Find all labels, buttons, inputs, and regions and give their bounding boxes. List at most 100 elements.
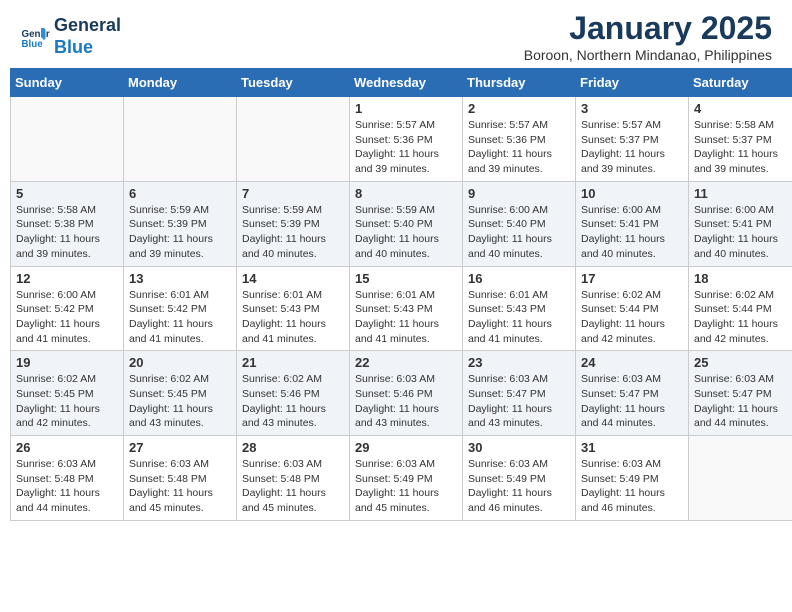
day-number: 16	[468, 271, 570, 286]
calendar-cell	[689, 436, 792, 521]
logo-line2: Blue	[54, 37, 121, 59]
day-number: 23	[468, 355, 570, 370]
day-info: Sunrise: 5:58 AM Sunset: 5:38 PM Dayligh…	[16, 203, 118, 262]
calendar-cell: 6Sunrise: 5:59 AM Sunset: 5:39 PM Daylig…	[124, 181, 237, 266]
day-number: 29	[355, 440, 457, 455]
weekday-tuesday: Tuesday	[237, 69, 350, 97]
calendar-cell: 13 Sunrise: 6:01 AM Sunset: 5:42 PM Dayli…	[124, 266, 237, 351]
day-number: 3	[581, 101, 683, 116]
day-number: 25	[694, 355, 792, 370]
calendar-cell: 14 Sunrise: 6:01 AM Sunset: 5:43 PM Dayli…	[237, 266, 350, 351]
calendar-week-3: 12 Sunrise: 6:00 AM Sunset: 5:42 PM Dayli…	[11, 266, 792, 351]
calendar-cell: 27 Sunrise: 6:03 AM Sunset: 5:48 PM Dayli…	[124, 436, 237, 521]
weekday-thursday: Thursday	[463, 69, 576, 97]
title-section: January 2025 Boroon, Northern Mindanao, …	[524, 10, 772, 63]
calendar-cell: 20Sunrise: 6:02 AM Sunset: 5:45 PM Dayli…	[124, 351, 237, 436]
svg-text:Blue: Blue	[22, 38, 44, 49]
day-number: 9	[468, 186, 570, 201]
calendar-cell: 19 Sunrise: 6:02 AM Sunset: 5:45 PM Dayli…	[11, 351, 124, 436]
day-number: 27	[129, 440, 231, 455]
day-info: Sunrise: 6:02 AM Sunset: 5:44 PM Dayligh…	[581, 288, 683, 347]
logo-line1: General	[54, 15, 121, 37]
weekday-sunday: Sunday	[11, 69, 124, 97]
calendar-cell: 29 Sunrise: 6:03 AM Sunset: 5:49 PM Dayli…	[350, 436, 463, 521]
day-info: Sunrise: 6:03 AM Sunset: 5:49 PM Dayligh…	[355, 457, 457, 516]
logo-text: General Blue	[54, 15, 121, 58]
day-info: Sunrise: 6:01 AM Sunset: 5:43 PM Dayligh…	[242, 288, 344, 347]
month-title: January 2025	[524, 10, 772, 47]
day-info: Sunrise: 6:01 AM Sunset: 5:42 PM Dayligh…	[129, 288, 231, 347]
day-number: 28	[242, 440, 344, 455]
calendar-cell: 5 Sunrise: 5:58 AM Sunset: 5:38 PM Daylig…	[11, 181, 124, 266]
calendar-cell: 22 Sunrise: 6:03 AM Sunset: 5:46 PM Dayli…	[350, 351, 463, 436]
day-info: Sunrise: 6:03 AM Sunset: 5:48 PM Dayligh…	[129, 457, 231, 516]
day-info: Sunrise: 6:03 AM Sunset: 5:47 PM Dayligh…	[468, 372, 570, 431]
calendar-cell: 30 Sunrise: 6:03 AM Sunset: 5:49 PM Dayli…	[463, 436, 576, 521]
calendar-week-1: 1Sunrise: 5:57 AM Sunset: 5:36 PM Daylig…	[11, 97, 792, 182]
day-info: Sunrise: 6:03 AM Sunset: 5:48 PM Dayligh…	[16, 457, 118, 516]
calendar-cell: 8Sunrise: 5:59 AM Sunset: 5:40 PM Daylig…	[350, 181, 463, 266]
calendar-cell	[124, 97, 237, 182]
day-number: 20	[129, 355, 231, 370]
day-info: Sunrise: 6:01 AM Sunset: 5:43 PM Dayligh…	[355, 288, 457, 347]
calendar-cell: 31 Sunrise: 6:03 AM Sunset: 5:49 PM Dayli…	[576, 436, 689, 521]
day-number: 26	[16, 440, 118, 455]
calendar-cell: 25 Sunrise: 6:03 AM Sunset: 5:47 PM Dayli…	[689, 351, 792, 436]
day-number: 24	[581, 355, 683, 370]
calendar-body: 1Sunrise: 5:57 AM Sunset: 5:36 PM Daylig…	[11, 97, 792, 521]
day-number: 22	[355, 355, 457, 370]
day-number: 5	[16, 186, 118, 201]
day-number: 6	[129, 186, 231, 201]
calendar-cell	[237, 97, 350, 182]
calendar-cell: 1Sunrise: 5:57 AM Sunset: 5:36 PM Daylig…	[350, 97, 463, 182]
calendar-cell: 7 Sunrise: 5:59 AM Sunset: 5:39 PM Daylig…	[237, 181, 350, 266]
day-number: 2	[468, 101, 570, 116]
day-info: Sunrise: 6:03 AM Sunset: 5:49 PM Dayligh…	[468, 457, 570, 516]
calendar: SundayMondayTuesdayWednesdayThursdayFrid…	[10, 68, 792, 521]
calendar-cell: 23 Sunrise: 6:03 AM Sunset: 5:47 PM Dayli…	[463, 351, 576, 436]
calendar-cell: 24Sunrise: 6:03 AM Sunset: 5:47 PM Dayli…	[576, 351, 689, 436]
day-number: 30	[468, 440, 570, 455]
day-info: Sunrise: 6:03 AM Sunset: 5:49 PM Dayligh…	[581, 457, 683, 516]
day-number: 18	[694, 271, 792, 286]
day-info: Sunrise: 6:02 AM Sunset: 5:44 PM Dayligh…	[694, 288, 792, 347]
day-info: Sunrise: 6:00 AM Sunset: 5:42 PM Dayligh…	[16, 288, 118, 347]
day-number: 19	[16, 355, 118, 370]
day-info: Sunrise: 6:02 AM Sunset: 5:45 PM Dayligh…	[16, 372, 118, 431]
calendar-cell: 21Sunrise: 6:02 AM Sunset: 5:46 PM Dayli…	[237, 351, 350, 436]
calendar-cell: 10Sunrise: 6:00 AM Sunset: 5:41 PM Dayli…	[576, 181, 689, 266]
day-number: 12	[16, 271, 118, 286]
day-number: 31	[581, 440, 683, 455]
calendar-cell: 12 Sunrise: 6:00 AM Sunset: 5:42 PM Dayli…	[11, 266, 124, 351]
calendar-cell: 3Sunrise: 5:57 AM Sunset: 5:37 PM Daylig…	[576, 97, 689, 182]
calendar-cell: 17 Sunrise: 6:02 AM Sunset: 5:44 PM Dayli…	[576, 266, 689, 351]
calendar-cell: 4Sunrise: 5:58 AM Sunset: 5:37 PM Daylig…	[689, 97, 792, 182]
weekday-monday: Monday	[124, 69, 237, 97]
day-number: 4	[694, 101, 792, 116]
day-info: Sunrise: 6:03 AM Sunset: 5:46 PM Dayligh…	[355, 372, 457, 431]
day-number: 11	[694, 186, 792, 201]
day-info: Sunrise: 5:57 AM Sunset: 5:36 PM Dayligh…	[468, 118, 570, 177]
calendar-cell	[11, 97, 124, 182]
location: Boroon, Northern Mindanao, Philippines	[524, 47, 772, 63]
logo-icon: General Blue	[20, 22, 50, 52]
day-number: 21	[242, 355, 344, 370]
day-number: 14	[242, 271, 344, 286]
day-number: 7	[242, 186, 344, 201]
calendar-cell: 26 Sunrise: 6:03 AM Sunset: 5:48 PM Dayli…	[11, 436, 124, 521]
day-info: Sunrise: 6:03 AM Sunset: 5:47 PM Dayligh…	[694, 372, 792, 431]
day-info: Sunrise: 5:59 AM Sunset: 5:40 PM Dayligh…	[355, 203, 457, 262]
day-number: 13	[129, 271, 231, 286]
day-info: Sunrise: 6:00 AM Sunset: 5:41 PM Dayligh…	[694, 203, 792, 262]
calendar-week-2: 5 Sunrise: 5:58 AM Sunset: 5:38 PM Daylig…	[11, 181, 792, 266]
day-info: Sunrise: 5:57 AM Sunset: 5:36 PM Dayligh…	[355, 118, 457, 177]
calendar-cell: 15Sunrise: 6:01 AM Sunset: 5:43 PM Dayli…	[350, 266, 463, 351]
weekday-friday: Friday	[576, 69, 689, 97]
page-header: General Blue General Blue January 2025 B…	[0, 0, 792, 68]
day-number: 17	[581, 271, 683, 286]
calendar-cell: 16Sunrise: 6:01 AM Sunset: 5:43 PM Dayli…	[463, 266, 576, 351]
weekday-saturday: Saturday	[689, 69, 792, 97]
day-info: Sunrise: 5:59 AM Sunset: 5:39 PM Dayligh…	[242, 203, 344, 262]
calendar-cell: 9Sunrise: 6:00 AM Sunset: 5:40 PM Daylig…	[463, 181, 576, 266]
calendar-cell: 2 Sunrise: 5:57 AM Sunset: 5:36 PM Daylig…	[463, 97, 576, 182]
